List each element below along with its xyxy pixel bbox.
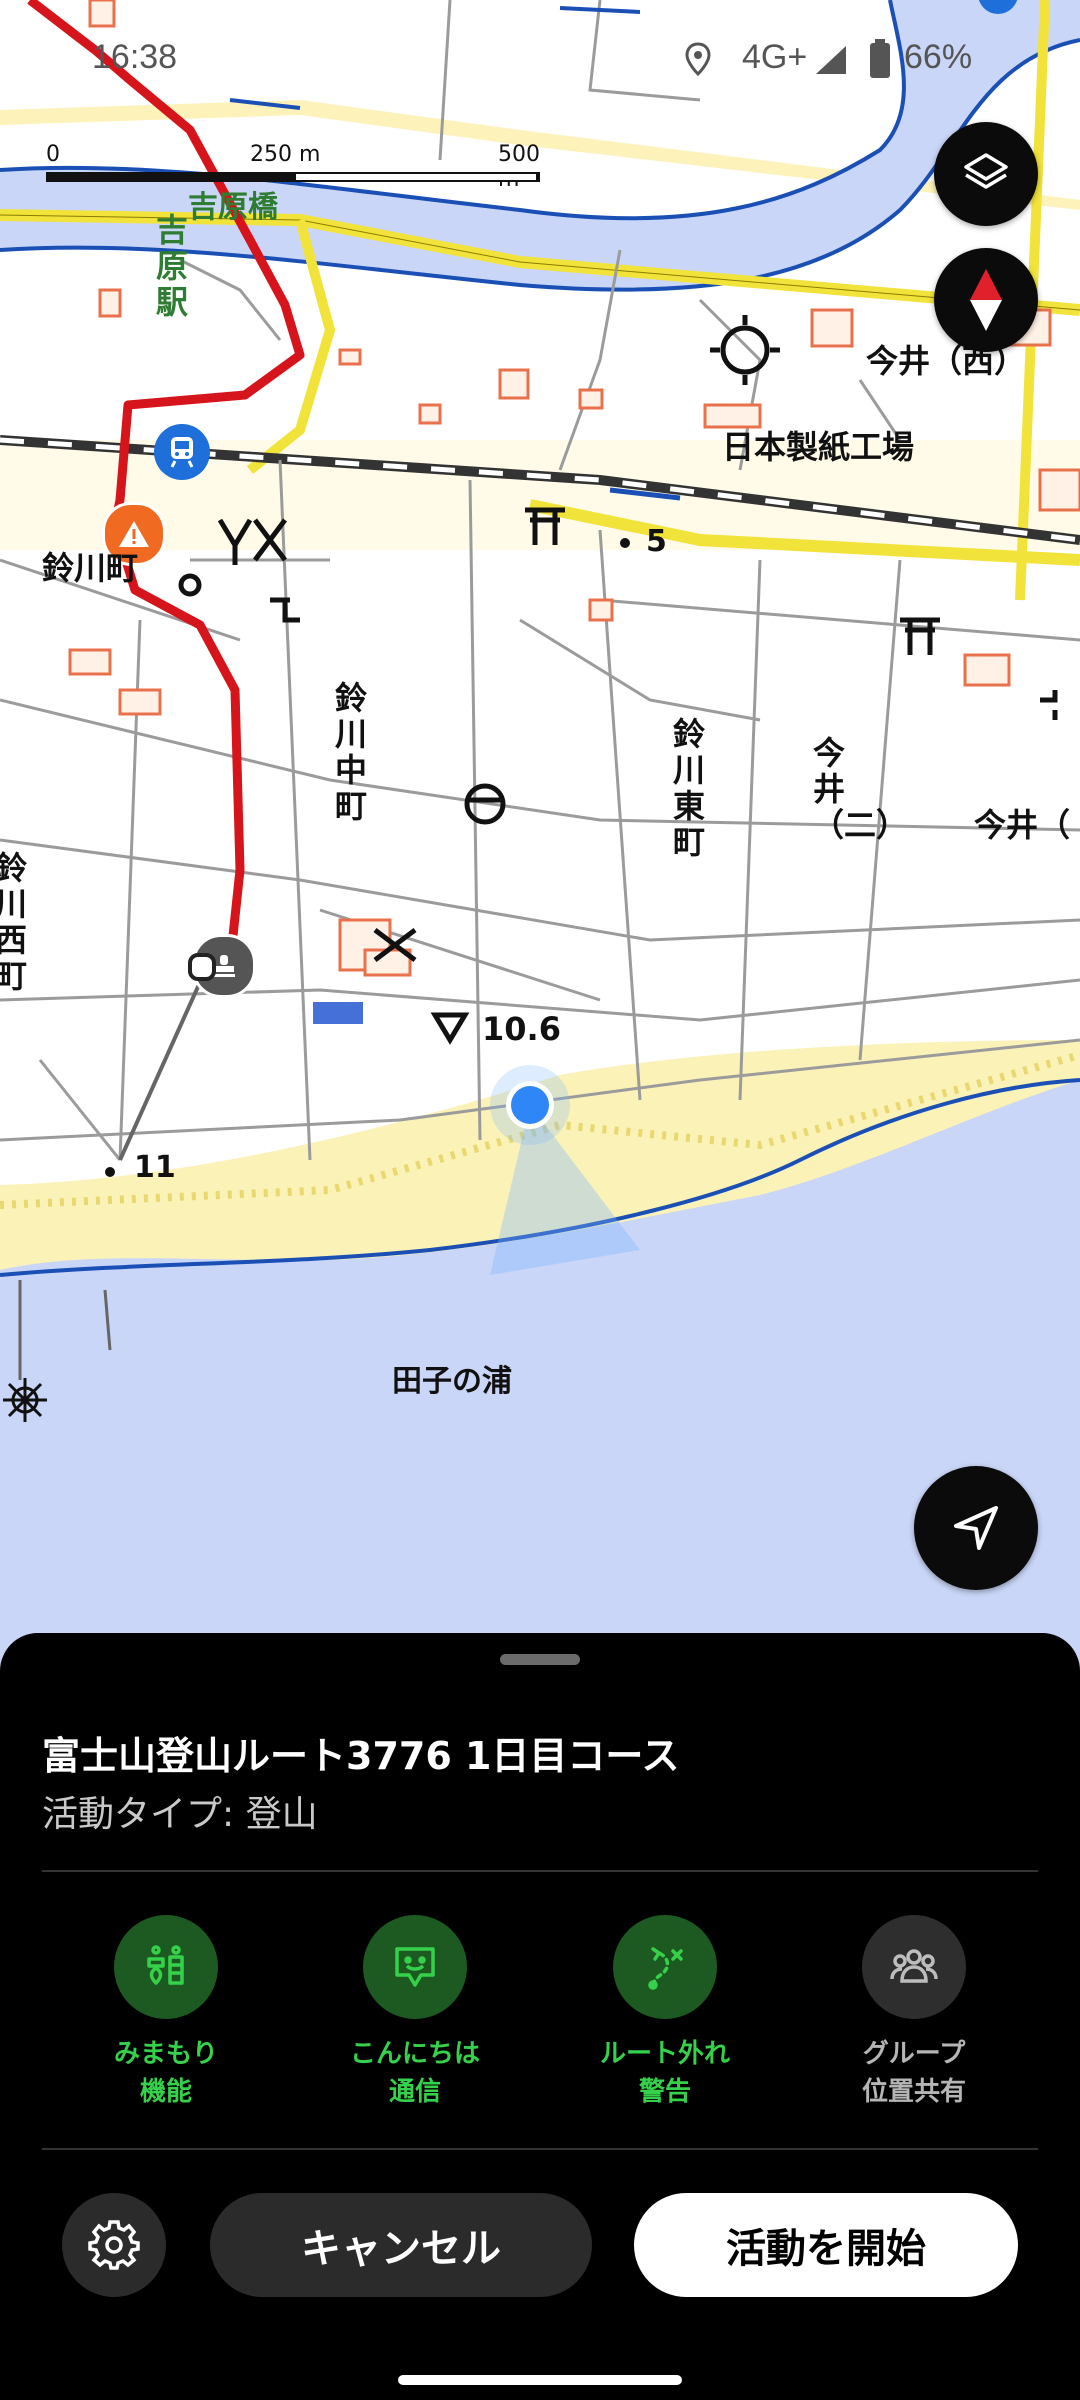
route-bottom-sheet: 富士山登山ルート3776 1日目コース 活動タイプ: 登山 みまもり機能 こんに… <box>0 1633 1080 2400</box>
feature-off-route[interactable]: ルート外れ 警告 <box>565 1915 765 2111</box>
status-battery: 66% <box>904 38 973 76</box>
status-network: 4G+ <box>742 38 808 76</box>
elevation-label: 10.6 <box>482 1010 561 1048</box>
feature-group-share[interactable]: グループ 位置共有 <box>814 1915 1014 2111</box>
feature-konnichiwa-label-2: 通信 <box>388 2077 441 2107</box>
map-label-imai-ni: 今井（二） <box>812 734 908 844</box>
map-label-imai-right: 今井（ <box>974 806 1071 844</box>
compass-button[interactable] <box>934 248 1038 352</box>
map-label-route-5: 5 <box>646 524 667 559</box>
train-station-icon[interactable] <box>154 424 210 480</box>
feature-mimamori-label-1: みまもり <box>113 2039 218 2069</box>
scale-tick-250: 250 m <box>250 142 321 167</box>
map-label-tagonoura: 田子の浦 <box>392 1364 512 1399</box>
map-label-nihon-seishi: 日本製紙工場 <box>722 428 915 466</box>
settings-button[interactable] <box>62 2193 166 2297</box>
status-time: 16:38 <box>92 38 178 76</box>
home-indicator[interactable] <box>398 2375 682 2385</box>
route-title: 富士山登山ルート3776 1日目コース <box>42 1734 680 1778</box>
feature-konnichiwa[interactable]: こんにちは 通信 <box>315 1915 515 2111</box>
divider-bottom <box>42 2148 1038 2150</box>
cancel-button[interactable]: キャンセル <box>210 2193 592 2297</box>
current-location-button[interactable] <box>914 1466 1038 1590</box>
off-route-icon <box>613 1915 717 2019</box>
feature-off-route-label-1: ルート外れ <box>599 2039 730 2069</box>
map-label-yoshiwara-bridge: 吉原橋 <box>188 190 278 225</box>
signal-icon <box>814 44 848 80</box>
sheet-drag-handle[interactable] <box>500 1654 580 1665</box>
layers-icon <box>964 153 1008 189</box>
scale-tick-500: 500 m <box>498 142 540 192</box>
greeting-icon <box>363 1915 467 2019</box>
scale-tick-0: 0 <box>46 142 60 167</box>
gear-icon <box>88 2220 140 2270</box>
group-icon <box>862 1915 966 2019</box>
guardian-icon <box>114 1915 218 2019</box>
map-label-suzukawa-cho: 鈴川町 <box>42 549 139 587</box>
feature-off-route-label-2: 警告 <box>638 2077 691 2107</box>
feature-mimamori[interactable]: みまもり 機能 <box>66 1915 266 2111</box>
map-label-route-11: 11 <box>134 1150 176 1185</box>
feature-konnichiwa-label-1: こんにちは <box>349 2039 480 2069</box>
map-label-suzukawa-nakamachi: 鈴川中町 <box>334 679 367 825</box>
activity-type: 活動タイプ: 登山 <box>42 1794 318 1835</box>
battery-icon <box>868 38 892 84</box>
location-status-icon <box>684 42 712 80</box>
map-label-yoshiwara-station: 吉原駅 <box>155 211 188 321</box>
map-label-suzukawa-nishimachi: 鈴川西町 <box>0 849 27 995</box>
compass-icon <box>970 269 1002 331</box>
divider-top <box>42 1870 1038 1872</box>
navigation-arrow-icon <box>954 1506 998 1550</box>
feature-group-share-label-1: グループ <box>862 2039 966 2069</box>
scale-bar: 0 250 m 500 m <box>46 142 542 192</box>
feature-group-share-label-2: 位置共有 <box>861 2077 966 2107</box>
layers-button[interactable] <box>934 122 1038 226</box>
route-start-marker <box>188 953 216 981</box>
map-view[interactable]: 吉原橋 吉原駅 今井（西） 日本製紙工場 鈴川町 5 鈴川中町 鈴川東町 今井（… <box>0 0 1080 1650</box>
start-activity-button[interactable]: 活動を開始 <box>634 2193 1018 2297</box>
feature-mimamori-label-2: 機能 <box>139 2077 192 2107</box>
map-label-suzukawa-higashimachi: 鈴川東町 <box>672 715 705 861</box>
